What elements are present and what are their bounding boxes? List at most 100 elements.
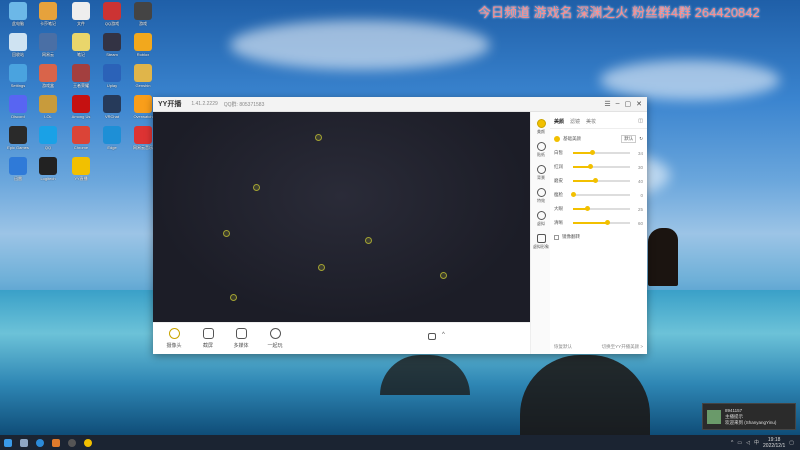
side-item-beauty[interactable]: 美颜 (531, 119, 551, 135)
camera-preview[interactable] (153, 112, 530, 322)
clock[interactable]: 19:18 2022/12/1 (763, 437, 785, 449)
desktop-icon[interactable]: 文件 (66, 2, 96, 31)
maximize-icon[interactable]: ▢ (625, 100, 632, 108)
desktop-icon[interactable]: YY直播 (66, 157, 96, 186)
desktop-icon[interactable]: Settings (3, 64, 33, 93)
compare-icon[interactable]: ◫ (638, 118, 643, 125)
volume-icon[interactable]: ◁ (746, 440, 750, 446)
cloud (230, 20, 490, 70)
sticker-icon (536, 142, 546, 151)
desktop-icon[interactable]: 王者荣耀 (66, 64, 96, 93)
desktop-icon[interactable]: 网易云 (33, 33, 63, 62)
screenshot-button[interactable]: 截屏 (195, 328, 221, 349)
desktop-icon[interactable]: 回收站 (3, 33, 33, 62)
slider-knob[interactable] (584, 206, 590, 212)
desktop-icon[interactable]: Among Us (66, 95, 96, 124)
app-icon (134, 2, 152, 20)
app-icon (72, 157, 90, 175)
desktop-icon[interactable]: QQ (33, 126, 63, 155)
app-icon (103, 64, 121, 82)
desktop-icon[interactable]: Edge (97, 126, 127, 155)
app-icon (103, 2, 121, 20)
side-item-sticker[interactable]: 贴纸 (531, 142, 551, 158)
switch-beauty-link[interactable]: 切换至YY开播美颜 > (602, 344, 643, 350)
slider-knob[interactable] (587, 164, 593, 170)
desktop-icon-label: VRChat (104, 114, 119, 119)
camera-button[interactable]: 摄像头 (161, 328, 187, 349)
mirror-checkbox[interactable] (554, 234, 559, 240)
app-icon (103, 95, 121, 113)
desktop-icon[interactable]: Epic Games (3, 126, 33, 155)
menu-icon[interactable]: ☰ (604, 100, 610, 108)
beauty-slider[interactable] (570, 192, 630, 198)
beauty-slider[interactable] (573, 178, 630, 184)
slider-knob[interactable] (570, 192, 576, 198)
reset-icon[interactable]: ↻ (639, 136, 643, 142)
beauty-enable-label: 基础美颜 (563, 136, 581, 141)
multimedia-button[interactable]: 多媒体 (228, 328, 254, 349)
play-together-button[interactable]: 一起玩 (262, 328, 288, 349)
record-icon[interactable] (428, 333, 436, 340)
tab-filter[interactable]: 滤镜 (570, 118, 580, 125)
version-label: 1.41.2.2229 (191, 101, 218, 107)
desktop-icon[interactable]: Steam (97, 33, 127, 62)
desktop-icon[interactable]: Logitech (33, 157, 63, 186)
desktop-icon[interactable]: VRChat (97, 95, 127, 124)
taskbar-edge[interactable] (32, 435, 48, 450)
tool-label: 多媒体 (233, 343, 249, 349)
side-item-avatar[interactable]: 虚拟形象 (531, 234, 551, 250)
slider-knob[interactable] (593, 178, 599, 184)
window-title: YY开播 (158, 101, 182, 108)
beauty-slider[interactable] (573, 150, 630, 156)
taskbar-steam[interactable] (16, 435, 32, 450)
desktop-icon[interactable]: Discord (3, 95, 33, 124)
app-icon (39, 2, 57, 20)
desktop-icon-label: 文件 (77, 21, 85, 26)
close-icon[interactable]: ✕ (636, 100, 642, 108)
beauty-slider[interactable] (573, 164, 630, 170)
input-language[interactable]: 中 (754, 439, 759, 446)
side-item-background[interactable]: 背景 (531, 165, 551, 181)
desktop-icon[interactable]: 笔记 (66, 33, 96, 62)
network-icon[interactable]: ▭ (737, 440, 742, 446)
desktop-icon[interactable]: 游戏 (128, 2, 158, 31)
side-item-effects[interactable]: 特效 (531, 188, 551, 204)
slider-knob[interactable] (589, 150, 595, 156)
desktop-icon[interactable]: 此电脑 (3, 2, 33, 31)
desktop-icon[interactable]: LOL (33, 95, 63, 124)
minimize-icon[interactable]: – (616, 100, 620, 108)
tray-chevron-icon[interactable]: ^ (731, 440, 733, 446)
taskbar-yy[interactable] (80, 435, 96, 450)
beauty-mode-select[interactable]: 默认 (621, 135, 637, 143)
tab-makeup[interactable]: 美妆 (586, 118, 596, 125)
slider-knob[interactable] (604, 220, 610, 226)
desktop-icon[interactable]: Roblox (128, 33, 158, 62)
chevron-up-icon[interactable]: ^ (442, 332, 445, 338)
slider-value: 60 (637, 220, 643, 226)
desktop-icon[interactable]: 卡莎笔记 (33, 2, 63, 31)
app-icon (103, 33, 121, 51)
desktop-icon[interactable]: 游戏盒 (33, 64, 63, 93)
taskbar: ^ ▭ ◁ 中 19:18 2022/12/1 ▢ (0, 435, 800, 450)
edge-icon (36, 438, 44, 447)
tab-beauty[interactable]: 美颜 (554, 118, 564, 125)
beauty-enable-toggle[interactable] (554, 136, 560, 142)
desktop-icon[interactable]: Chrome (66, 126, 96, 155)
desktop-icon[interactable]: Uplay (97, 64, 127, 93)
restore-default-link[interactable]: 恢复默认 (554, 344, 572, 350)
window-titlebar[interactable]: YY开播 1.41.2.2229 QQ群: 805371583 ☰ – ▢ ✕ (153, 97, 647, 112)
side-item-virtual[interactable]: 虚拟 (531, 211, 551, 227)
desktop-icon[interactable]: QQ游戏 (97, 2, 127, 31)
notification-center-icon[interactable]: ▢ (789, 440, 794, 446)
taskbar-app[interactable] (48, 435, 64, 450)
beauty-slider[interactable] (573, 206, 630, 212)
notification-toast[interactable]: 8941157 主播提示 欢迎来到 (ShanyangYinu) (702, 403, 796, 430)
app-icon (39, 33, 57, 51)
desktop-icon-label: Chrome (73, 145, 89, 150)
desktop-icon[interactable]: Genshin (128, 64, 158, 93)
desktop-icon[interactable]: 迅雷 (3, 157, 33, 186)
beauty-slider[interactable] (573, 220, 630, 226)
start-button[interactable] (0, 435, 16, 450)
taskbar-obs[interactable] (64, 435, 80, 450)
app-icon (39, 126, 57, 144)
